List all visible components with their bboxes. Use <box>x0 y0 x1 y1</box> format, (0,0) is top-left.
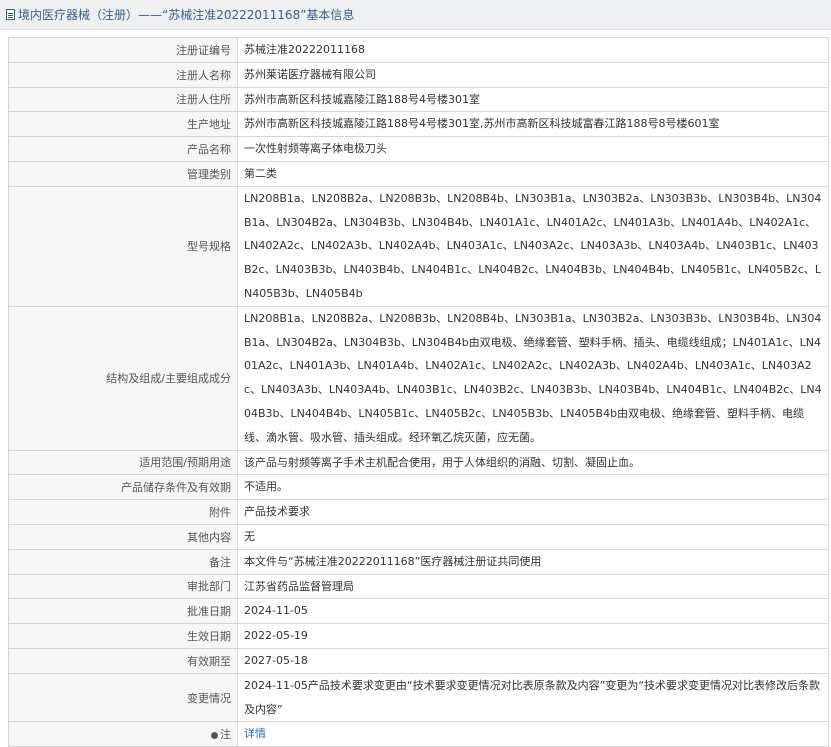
table-row: 注 详情 <box>8 721 829 747</box>
row-value: 本文件与“苏械注准20222011168”医疗器械注册证共同使用 <box>237 548 829 575</box>
row-label: 适用范围/预期用途 <box>8 449 238 476</box>
row-value: 2022-05-19 <box>237 623 829 649</box>
document-icon <box>6 9 15 20</box>
row-label: 有效期至 <box>8 647 238 674</box>
row-value: 不适用。 <box>237 474 829 501</box>
row-label: 审批部门 <box>8 573 238 600</box>
table-row: 注册证编号 苏械注准20222011168 <box>8 37 829 63</box>
row-value: LN208B1a、LN208B2a、LN208B3b、LN208B4b、LN30… <box>237 305 829 451</box>
row-value: 苏州市高新区科技城嘉陵江路188号4号楼301室,苏州市高新区科技城富春江路18… <box>237 111 829 138</box>
note-label: 注 <box>220 728 231 742</box>
table-row: 其他内容 无 <box>8 523 829 550</box>
row-label: 产品名称 <box>8 136 238 162</box>
info-table: 注册证编号 苏械注准20222011168 注册人名称 苏州莱诺医疗器械有限公司… <box>8 37 829 747</box>
row-label: 注 <box>8 721 238 747</box>
row-label: 生产地址 <box>8 111 238 138</box>
table-row: 注册人名称 苏州莱诺医疗器械有限公司 <box>8 61 829 88</box>
row-label: 注册证编号 <box>8 37 238 63</box>
table-row: 型号规格 LN208B1a、LN208B2a、LN208B3b、LN208B4b… <box>8 185 829 307</box>
row-label: 结构及组成/主要组成成分 <box>8 305 238 451</box>
table-row: 生产地址 苏州市高新区科技城嘉陵江路188号4号楼301室,苏州市高新区科技城富… <box>8 111 829 138</box>
info-table-container: 注册证编号 苏械注准20222011168 注册人名称 苏州莱诺医疗器械有限公司… <box>8 37 829 747</box>
row-value: 产品技术要求 <box>237 499 829 525</box>
table-row: 适用范围/预期用途 该产品与射频等离子手术主机配合使用，用于人体组织的消融、切割… <box>8 449 829 476</box>
row-value: 江苏省药品监督管理局 <box>237 573 829 600</box>
details-link[interactable]: 详情 <box>244 727 266 740</box>
row-value: LN208B1a、LN208B2a、LN208B3b、LN208B4b、LN30… <box>237 185 829 307</box>
row-value: 苏州莱诺医疗器械有限公司 <box>237 61 829 88</box>
note-icon <box>211 731 218 739</box>
row-label: 产品储存条件及有效期 <box>8 474 238 501</box>
row-label: 注册人住所 <box>8 86 238 113</box>
row-value: 苏械注准20222011168 <box>237 37 829 63</box>
row-label: 备注 <box>8 548 238 575</box>
table-row: 注册人住所 苏州市高新区科技城嘉陵江路188号4号楼301室 <box>8 86 829 113</box>
row-value: 该产品与射频等离子手术主机配合使用，用于人体组织的消融、切割、凝固止血。 <box>237 449 829 476</box>
page-title: 境内医疗器械（注册）——“苏械注准20222011168”基本信息 <box>18 8 355 22</box>
table-row: 产品储存条件及有效期 不适用。 <box>8 474 829 501</box>
row-value: 第二类 <box>237 160 829 187</box>
row-value: 详情 <box>237 721 829 747</box>
row-value: 2024-11-05产品技术要求变更由“技术要求变更情况对比表原条款及内容”变更… <box>237 672 829 723</box>
row-label: 注册人名称 <box>8 61 238 88</box>
table-row: 生效日期 2022-05-19 <box>8 623 829 649</box>
row-value: 无 <box>237 523 829 550</box>
table-row: 产品名称 一次性射频等离子体电极刀头 <box>8 136 829 162</box>
table-row: 变更情况 2024-11-05产品技术要求变更由“技术要求变更情况对比表原条款及… <box>8 672 829 723</box>
row-label: 生效日期 <box>8 623 238 649</box>
row-value: 2027-05-18 <box>237 647 829 674</box>
row-value: 苏州市高新区科技城嘉陵江路188号4号楼301室 <box>237 86 829 113</box>
table-row: 备注 本文件与“苏械注准20222011168”医疗器械注册证共同使用 <box>8 548 829 575</box>
row-label: 变更情况 <box>8 672 238 723</box>
table-row: 附件 产品技术要求 <box>8 499 829 525</box>
row-label: 其他内容 <box>8 523 238 550</box>
table-row: 有效期至 2027-05-18 <box>8 647 829 674</box>
page-header: 境内医疗器械（注册）——“苏械注准20222011168”基本信息 <box>0 0 831 30</box>
row-label: 管理类别 <box>8 160 238 187</box>
table-row: 结构及组成/主要组成成分 LN208B1a、LN208B2a、LN208B3b、… <box>8 305 829 451</box>
table-row: 管理类别 第二类 <box>8 160 829 187</box>
table-row: 审批部门 江苏省药品监督管理局 <box>8 573 829 600</box>
row-label: 附件 <box>8 499 238 525</box>
row-value: 一次性射频等离子体电极刀头 <box>237 136 829 162</box>
row-label: 型号规格 <box>8 185 238 307</box>
